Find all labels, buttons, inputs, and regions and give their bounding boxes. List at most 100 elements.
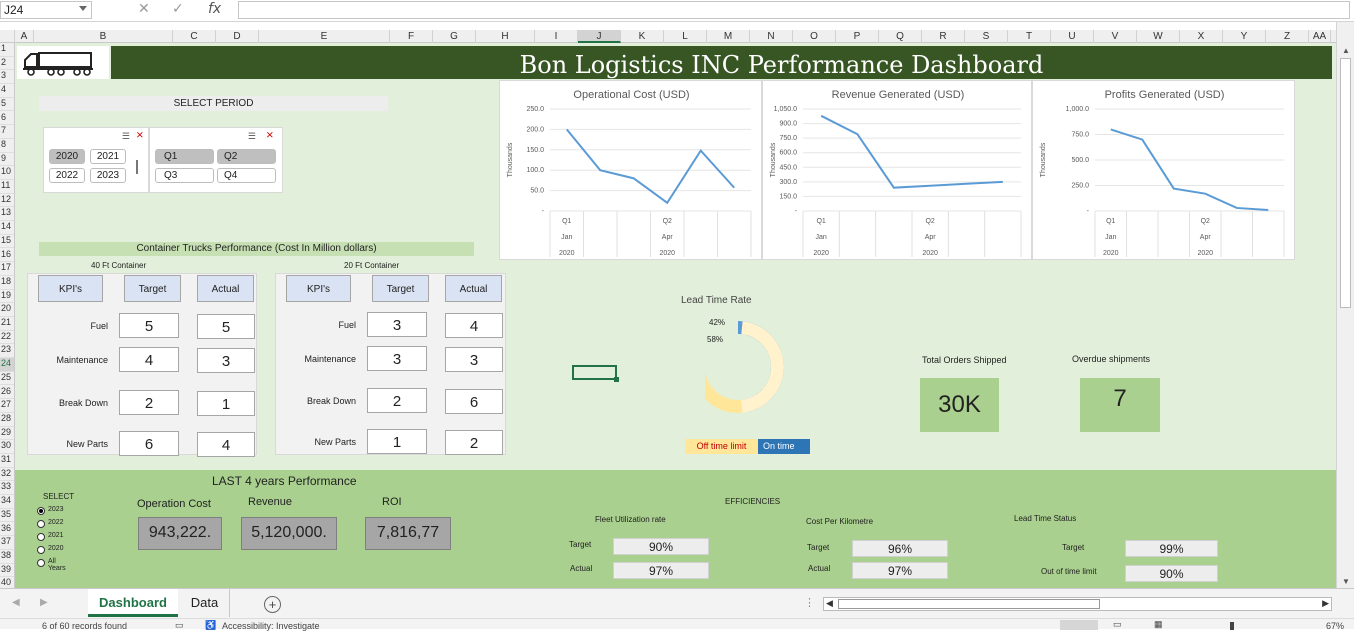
- row-header-31[interactable]: 31: [0, 454, 15, 468]
- clear-filter-icon[interactable]: ⨯: [136, 130, 144, 141]
- horizontal-scrollbar[interactable]: ◀ ▶: [823, 597, 1332, 611]
- column-header-E[interactable]: E: [259, 30, 390, 43]
- column-header-H[interactable]: H: [476, 30, 535, 43]
- row-header-32[interactable]: 32: [0, 468, 15, 482]
- row-header-16[interactable]: 16: [0, 249, 15, 263]
- row-header-14[interactable]: 14: [0, 221, 15, 235]
- radio-2020[interactable]: [37, 546, 45, 554]
- column-header-AA[interactable]: AA: [1309, 30, 1331, 43]
- vertical-scroll-thumb[interactable]: [1340, 58, 1351, 308]
- row-header-35[interactable]: 35: [0, 509, 15, 523]
- slicer-q1[interactable]: Q1: [155, 149, 214, 164]
- chart-operational-cost[interactable]: Operational Cost (USD)Thousands250.0200.…: [499, 80, 762, 260]
- row-header-21[interactable]: 21: [0, 317, 15, 331]
- row-header-18[interactable]: 18: [0, 276, 15, 290]
- macro-icon[interactable]: ▭: [175, 620, 184, 631]
- column-header-L[interactable]: L: [664, 30, 707, 43]
- row-header-38[interactable]: 38: [0, 550, 15, 564]
- column-header-V[interactable]: V: [1094, 30, 1137, 43]
- column-header-S[interactable]: S: [965, 30, 1008, 43]
- radio-2023[interactable]: [37, 507, 45, 515]
- column-header-O[interactable]: O: [793, 30, 836, 43]
- horizontal-scroll-thumb[interactable]: [838, 599, 1100, 609]
- row-header-12[interactable]: 12: [0, 194, 15, 208]
- active-cell-j24[interactable]: [572, 365, 617, 380]
- column-header-D[interactable]: D: [216, 30, 259, 43]
- row-header-13[interactable]: 13: [0, 207, 15, 221]
- row-header-20[interactable]: 20: [0, 303, 15, 317]
- radio-2022[interactable]: [37, 520, 45, 528]
- tab-data[interactable]: Data: [180, 589, 230, 617]
- formula-input[interactable]: [238, 1, 1350, 19]
- slicer-year-2022[interactable]: 2022: [49, 168, 85, 183]
- tab-prev-icon[interactable]: ◀: [12, 597, 20, 608]
- row-header-22[interactable]: 22: [0, 331, 15, 345]
- row-header-26[interactable]: 26: [0, 386, 15, 400]
- row-header-7[interactable]: 7: [0, 125, 15, 139]
- row-header-23[interactable]: 23: [0, 344, 15, 358]
- row-header-5[interactable]: 5: [0, 98, 15, 112]
- row-header-36[interactable]: 36: [0, 523, 15, 537]
- tab-next-icon[interactable]: ▶: [40, 597, 48, 608]
- column-header-Z[interactable]: Z: [1266, 30, 1309, 43]
- tab-dashboard[interactable]: Dashboard: [88, 589, 178, 617]
- radio-all-years[interactable]: [37, 559, 45, 567]
- vertical-scrollbar[interactable]: ▲ ▼: [1336, 22, 1354, 588]
- column-header-B[interactable]: B: [34, 30, 173, 43]
- row-header-24[interactable]: 24: [0, 358, 15, 372]
- multi-select-icon[interactable]: ☰: [122, 131, 130, 142]
- scroll-down-icon[interactable]: ▼: [1342, 577, 1350, 586]
- chevron-down-icon[interactable]: [79, 6, 87, 11]
- scroll-right-icon[interactable]: ▶: [1322, 598, 1329, 609]
- chart-revenue[interactable]: Revenue Generated (USD)Thousands1,050.09…: [762, 80, 1032, 260]
- slicer-q3[interactable]: Q3: [155, 168, 214, 183]
- add-sheet-icon[interactable]: +: [264, 596, 281, 613]
- column-header-C[interactable]: C: [173, 30, 216, 43]
- row-header-29[interactable]: 29: [0, 427, 15, 441]
- column-header-Y[interactable]: Y: [1223, 30, 1266, 43]
- row-header-28[interactable]: 28: [0, 413, 15, 427]
- column-header-K[interactable]: K: [621, 30, 664, 43]
- page-break-icon[interactable]: ▦: [1154, 619, 1163, 630]
- slicer-year-2021[interactable]: 2021: [90, 149, 126, 164]
- column-header-F[interactable]: F: [390, 30, 433, 43]
- column-header-J[interactable]: J: [578, 30, 621, 43]
- row-header-19[interactable]: 19: [0, 290, 15, 304]
- quarter-slicer[interactable]: ☰ ⨯ Q1 Q2 Q3 Q4: [149, 127, 283, 193]
- accessibility-status[interactable]: Accessibility: Investigate: [222, 621, 320, 631]
- insert-function-icon[interactable]: fx: [208, 1, 221, 17]
- splitter-icon[interactable]: ⋮: [804, 596, 815, 609]
- row-header-39[interactable]: 39: [0, 564, 15, 578]
- row-header-10[interactable]: 10: [0, 166, 15, 180]
- clear-filter-icon[interactable]: ⨯: [266, 130, 274, 141]
- page-layout-icon[interactable]: ▭: [1113, 619, 1122, 630]
- column-header-Q[interactable]: Q: [879, 30, 922, 43]
- slicer-q4[interactable]: Q4: [217, 168, 276, 183]
- zoom-level[interactable]: 67%: [1326, 621, 1344, 631]
- fill-handle[interactable]: [614, 377, 619, 382]
- row-header-25[interactable]: 25: [0, 372, 15, 386]
- column-header-N[interactable]: N: [750, 30, 793, 43]
- row-header-27[interactable]: 27: [0, 399, 15, 413]
- slicer-q2[interactable]: Q2: [217, 149, 276, 164]
- row-header-34[interactable]: 34: [0, 495, 15, 509]
- row-header-4[interactable]: 4: [0, 84, 15, 98]
- row-header-15[interactable]: 15: [0, 235, 15, 249]
- accessibility-icon[interactable]: ♿: [205, 620, 216, 631]
- column-header-P[interactable]: P: [836, 30, 879, 43]
- row-header-33[interactable]: 33: [0, 481, 15, 495]
- chart-profits[interactable]: Profits Generated (USD)Thousands1,000.07…: [1032, 80, 1295, 260]
- cancel-icon[interactable]: ✕: [138, 1, 150, 17]
- column-header-M[interactable]: M: [707, 30, 750, 43]
- column-header-I[interactable]: I: [535, 30, 578, 43]
- row-header-1[interactable]: 1: [0, 43, 15, 57]
- row-header-8[interactable]: 8: [0, 139, 15, 153]
- row-header-40[interactable]: 40: [0, 577, 15, 588]
- column-header-A[interactable]: A: [15, 30, 34, 43]
- enter-check-icon[interactable]: ✓: [172, 1, 184, 17]
- row-header-6[interactable]: 6: [0, 112, 15, 126]
- row-header-17[interactable]: 17: [0, 262, 15, 276]
- column-header-T[interactable]: T: [1008, 30, 1051, 43]
- column-header-U[interactable]: U: [1051, 30, 1094, 43]
- radio-2021[interactable]: [37, 533, 45, 541]
